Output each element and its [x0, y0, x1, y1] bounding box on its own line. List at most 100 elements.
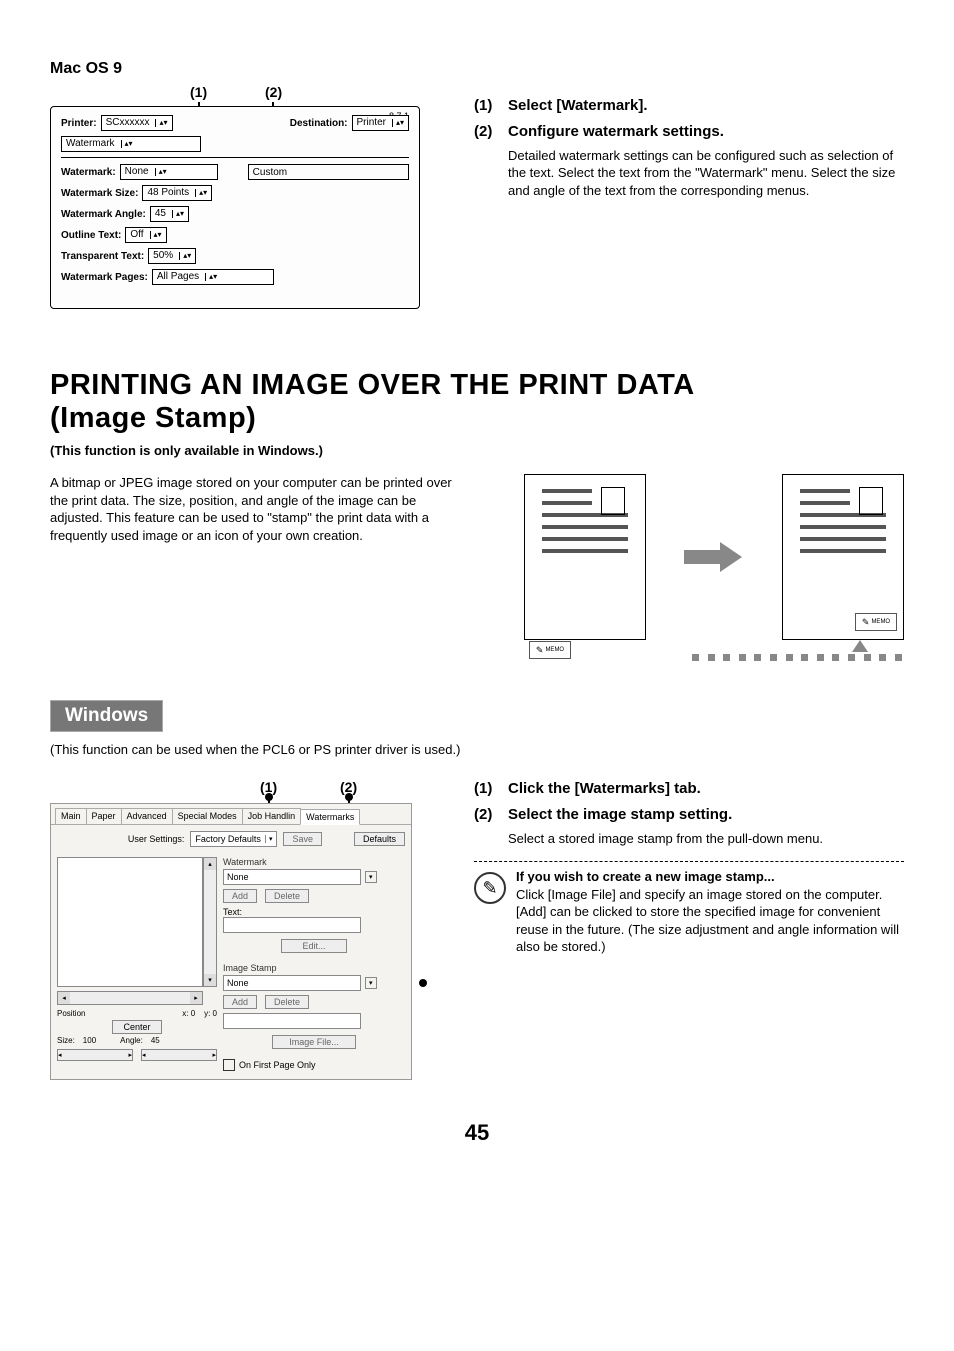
size-label: Size: [57, 1036, 75, 1045]
placeholder-icon [859, 487, 883, 515]
position-row: Position x: 0 y: 0 [57, 1009, 217, 1018]
watermark-pages-label: Watermark Pages: [61, 272, 148, 283]
watermark-angle-select[interactable]: 45 ▴▾ [150, 206, 189, 222]
mac-dialog-wrapper: (1) (2) 8.7.1 Printer: SCxxxxxx ▴▾ Desti… [50, 84, 430, 309]
chevron-updown-icon: ▴▾ [195, 189, 207, 197]
memo-stamp: MEMO [855, 613, 897, 631]
watermark-pages-row: Watermark Pages: All Pages ▴▾ [61, 269, 409, 285]
win-step-title-1: Click the [Watermarks] tab. [508, 779, 701, 799]
chevron-updown-icon: ▴▾ [121, 140, 133, 148]
pos-y-label: y: [204, 1009, 210, 1018]
angle-slider[interactable]: ◂▸ [141, 1049, 217, 1061]
chevron-down-icon[interactable]: ▾ [365, 871, 377, 883]
watermark-pages-select[interactable]: All Pages ▴▾ [152, 269, 274, 285]
watermark-angle-row: Watermark Angle: 45 ▴▾ [61, 206, 409, 222]
note-title: If you wish to create a new image stamp.… [516, 868, 904, 886]
outline-text-select[interactable]: Off ▴▾ [125, 227, 166, 243]
driver-note: (This function can be used when the PCL6… [50, 742, 904, 757]
chevron-updown-icon: ▴▾ [155, 168, 167, 176]
step-title-2: Configure watermark settings. [508, 122, 904, 142]
win-dialog-body: ▴▾ ◂▸ Position x: 0 y: 0 [51, 853, 411, 1079]
win-dialog-wrapper: (1) (2) Main Paper Advanced Special Mode… [50, 779, 420, 1080]
chevron-updown-icon: ▴▾ [150, 231, 162, 239]
tab-advanced[interactable]: Advanced [121, 808, 173, 824]
watermark-pages-value: All Pages [157, 270, 199, 284]
user-settings-value: Factory Defaults [195, 834, 261, 844]
watermark-group-label: Watermark [223, 857, 405, 867]
image-stamp-add-button[interactable]: Add [223, 995, 257, 1009]
page-menu-select[interactable]: Watermark ▴▾ [61, 136, 201, 152]
chevron-down-icon[interactable]: ▾ [365, 977, 377, 989]
callout-dot-2 [419, 979, 427, 987]
note-block: ✎ If you wish to create a new image stam… [474, 868, 904, 956]
image-file-button[interactable]: Image File... [272, 1035, 356, 1049]
image-stamp-path-field[interactable] [223, 1013, 361, 1029]
save-button[interactable]: Save [283, 832, 322, 846]
tab-bar: Main Paper Advanced Special Modes Job Ha… [51, 804, 411, 825]
intro-row: A bitmap or JPEG image stored on your co… [50, 474, 904, 640]
image-stamp-delete-button[interactable]: Delete [265, 995, 309, 1009]
image-stamp-combo[interactable]: None [223, 975, 361, 991]
watermark-combo[interactable]: None [223, 869, 361, 885]
printer-row: Printer: SCxxxxxx ▴▾ Destination: Printe… [61, 115, 409, 131]
watermark-size-select[interactable]: 48 Points ▴▾ [142, 185, 212, 201]
destination-value: Printer [357, 116, 386, 130]
position-label: Position [57, 1009, 85, 1018]
chevron-updown-icon: ▴▾ [172, 210, 184, 218]
slider-row: ◂▸ ◂▸ [57, 1049, 217, 1061]
image-stamp-btn-row: Add Delete [223, 995, 405, 1009]
os-tag-windows: Windows [50, 700, 163, 732]
mac-step-2: (2) Configure watermark settings. Detail… [474, 122, 904, 199]
top-row: (1) (2) 8.7.1 Printer: SCxxxxxx ▴▾ Desti… [50, 84, 904, 309]
macos-heading: Mac OS 9 [50, 60, 904, 78]
first-page-checkbox[interactable]: On First Page Only [223, 1059, 405, 1071]
transparent-text-row: Transparent Text: 50% ▴▾ [61, 248, 409, 264]
transparent-text-select[interactable]: 50% ▴▾ [148, 248, 196, 264]
tab-job-handling[interactable]: Job Handlin [242, 808, 302, 824]
settings-pane: Watermark None ▾ Add Delete Text: [217, 857, 405, 1071]
watermark-add-button[interactable]: Add [223, 889, 257, 903]
tab-watermarks[interactable]: Watermarks [300, 809, 360, 825]
printer-select[interactable]: SCxxxxxx ▴▾ [101, 115, 173, 131]
page-number: 45 [50, 1120, 904, 1146]
arrow-up-icon [852, 640, 868, 652]
windows-steps: (1) Click the [Watermarks] tab. (2) Sele… [474, 779, 904, 956]
step-title-1: Select [Watermark]. [508, 96, 648, 116]
chevron-down-icon: ▾ [265, 835, 273, 843]
win-callouts: (1) (2) [50, 779, 420, 803]
intro-paragraph: A bitmap or JPEG image stored on your co… [50, 474, 470, 544]
watermark-delete-button[interactable]: Delete [265, 889, 309, 903]
watermark-row: Watermark: None ▴▾ Custom [61, 164, 409, 180]
dashed-divider [474, 861, 904, 862]
win-step-num-2: (2) [474, 805, 508, 847]
center-button[interactable]: Center [112, 1020, 161, 1034]
preview-scroll-v[interactable]: ▴▾ [203, 857, 217, 987]
size-slider[interactable]: ◂▸ [57, 1049, 133, 1061]
illustration: MEMO MEMO [524, 474, 904, 640]
tab-main[interactable]: Main [55, 808, 87, 824]
mac-steps: (1) Select [Watermark]. (2) Configure wa… [474, 96, 904, 205]
page-menu-value: Watermark [66, 137, 115, 151]
watermark-combo-value: None [227, 872, 249, 882]
watermark-edit-button[interactable]: Edit... [281, 939, 346, 953]
tab-paper[interactable]: Paper [86, 808, 122, 824]
tab-special-modes[interactable]: Special Modes [172, 808, 243, 824]
step-body-2: Detailed watermark settings can be confi… [508, 147, 904, 200]
memo-stamp: MEMO [529, 641, 571, 659]
chevron-updown-icon: ▴▾ [392, 119, 404, 127]
custom-text-field[interactable]: Custom [248, 164, 409, 180]
image-file-row: Image File... [223, 1035, 405, 1049]
preview-pane: ▴▾ ◂▸ Position x: 0 y: 0 [57, 857, 217, 1071]
transparent-text-value: 50% [153, 249, 173, 263]
win-step-body-2: Select a stored image stamp from the pul… [508, 830, 823, 848]
destination-select[interactable]: Printer ▴▾ [352, 115, 409, 131]
chevron-updown-icon: ▴▾ [205, 273, 217, 281]
preview-scroll-h[interactable]: ◂▸ [57, 991, 203, 1005]
watermark-text-field[interactable] [223, 917, 361, 933]
watermark-text-label: Text: [223, 907, 405, 917]
watermark-select[interactable]: None ▴▾ [120, 164, 218, 180]
user-settings-select[interactable]: Factory Defaults ▾ [190, 831, 277, 847]
macos-print-dialog: 8.7.1 Printer: SCxxxxxx ▴▾ Destination: … [50, 106, 420, 309]
printer-value: SCxxxxxx [106, 116, 150, 130]
defaults-button[interactable]: Defaults [354, 832, 405, 846]
